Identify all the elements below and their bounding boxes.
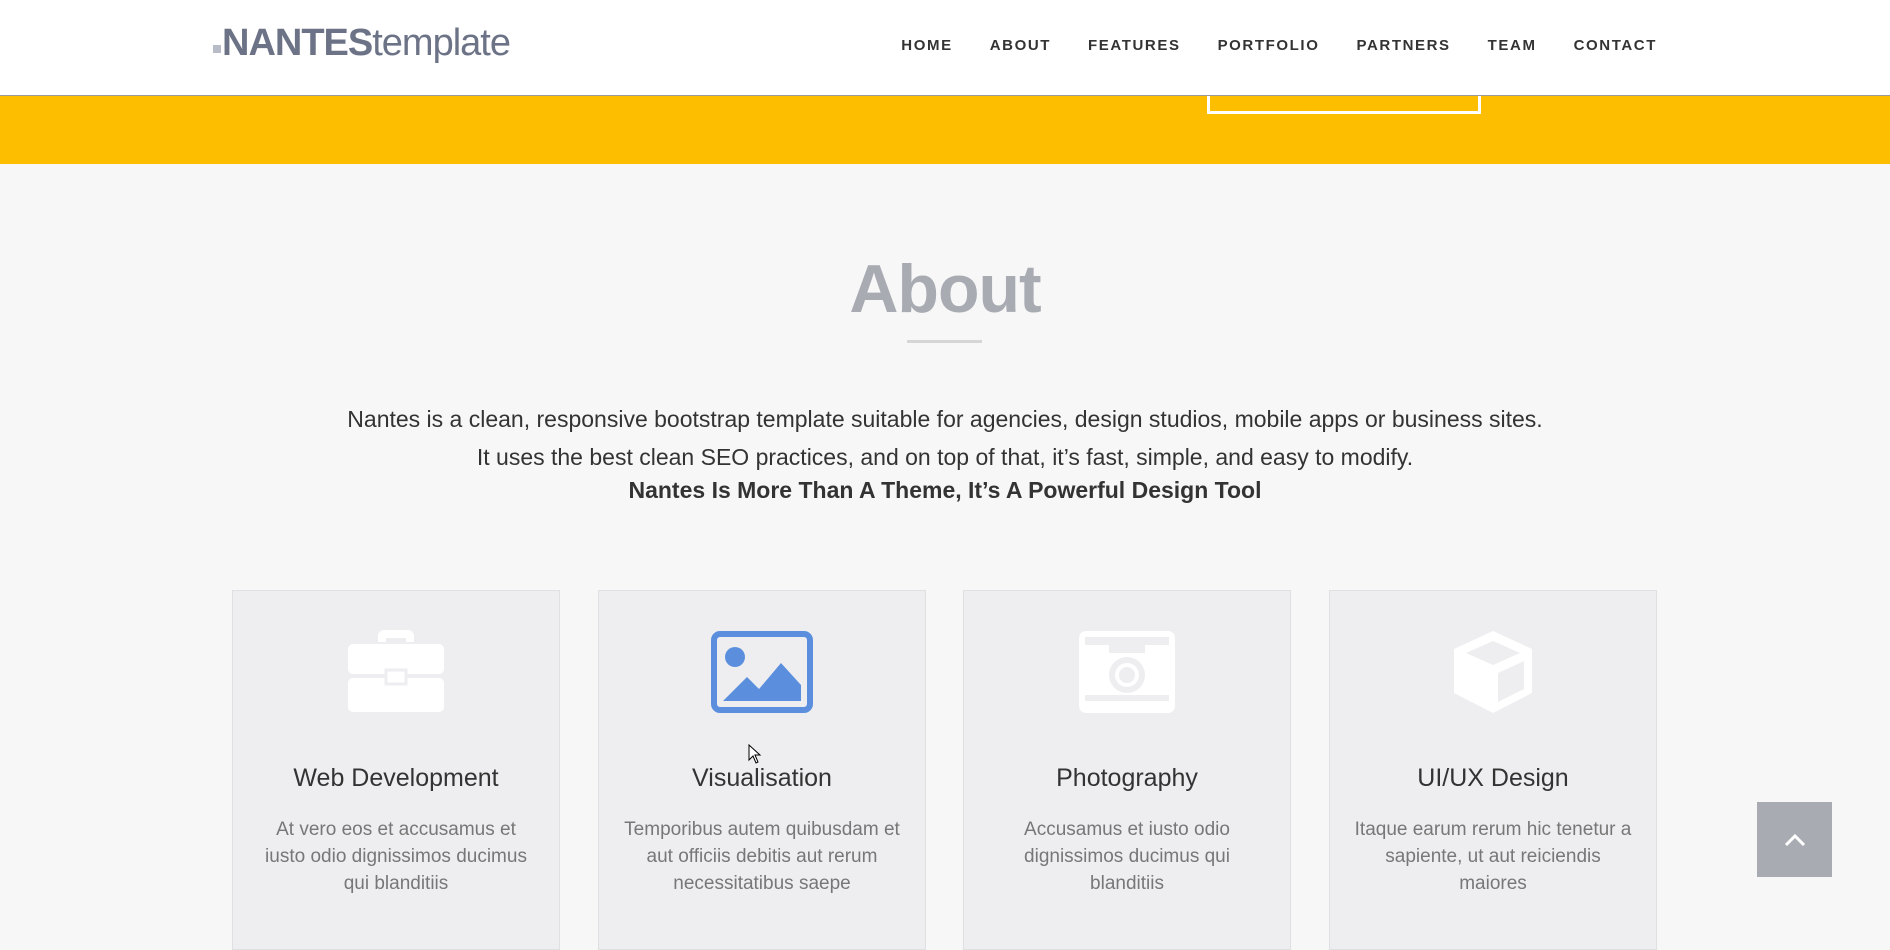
- nav-portfolio[interactable]: PORTFOLIO: [1218, 36, 1320, 56]
- feature-description: Itaque earum rerum hic tenetur a sapient…: [1354, 819, 1632, 894]
- feature-description: Temporibus autem quibusdam et aut offici…: [624, 819, 900, 894]
- hero-banner-bottom: [0, 96, 1890, 164]
- nav-features[interactable]: FEATURES: [1088, 36, 1181, 56]
- logo-light-text: template: [372, 22, 511, 64]
- camera-icon: [964, 629, 1290, 715]
- logo-mark-icon: [213, 45, 221, 53]
- feature-title: Web Development: [293, 764, 499, 792]
- cube-icon: [1330, 629, 1656, 715]
- feature-card-web-development[interactable]: Web Development At vero eos et accusamus…: [232, 590, 560, 950]
- navbar: NANTES template HOME ABOUT FEATURES PORT…: [0, 0, 1890, 96]
- feature-title: UI/UX Design: [1417, 764, 1569, 792]
- feature-description: At vero eos et accusamus et iusto odio d…: [265, 819, 527, 894]
- site-logo[interactable]: NANTES template: [213, 22, 511, 68]
- feature-title: Photography: [1056, 764, 1198, 792]
- feature-description: Accusamus et iusto odio dignissimos duci…: [1024, 819, 1230, 894]
- title-divider: [907, 340, 982, 343]
- nav-team[interactable]: TEAM: [1488, 36, 1537, 56]
- nav-partners[interactable]: PARTNERS: [1356, 36, 1450, 56]
- nav-home[interactable]: HOME: [901, 36, 952, 56]
- main-nav: HOME ABOUT FEATURES PORTFOLIO PARTNERS T…: [864, 36, 1657, 56]
- feature-card-visualisation[interactable]: Visualisation Temporibus autem quibusdam…: [598, 590, 926, 950]
- feature-card-photography[interactable]: Photography Accusamus et iusto odio dign…: [963, 590, 1291, 950]
- back-to-top-button[interactable]: [1757, 802, 1832, 877]
- hero-button-outline[interactable]: [1207, 96, 1481, 114]
- mouse-cursor-icon: [748, 744, 762, 764]
- logo-bold-text: NANTES: [222, 22, 373, 64]
- feature-title: Visualisation: [692, 764, 832, 792]
- image-icon: [599, 629, 925, 715]
- about-tagline: Nantes Is More Than A Theme, It’s A Powe…: [628, 477, 1262, 503]
- chevron-up-icon: [1784, 833, 1805, 846]
- about-title: About: [849, 251, 1041, 327]
- briefcase-icon: [233, 629, 559, 715]
- nav-contact[interactable]: CONTACT: [1574, 36, 1657, 56]
- feature-card-ui-ux-design[interactable]: UI/UX Design Itaque earum rerum hic tene…: [1329, 590, 1657, 950]
- nav-about[interactable]: ABOUT: [990, 36, 1051, 56]
- about-description: Nantes is a clean, responsive bootstrap …: [347, 406, 1543, 470]
